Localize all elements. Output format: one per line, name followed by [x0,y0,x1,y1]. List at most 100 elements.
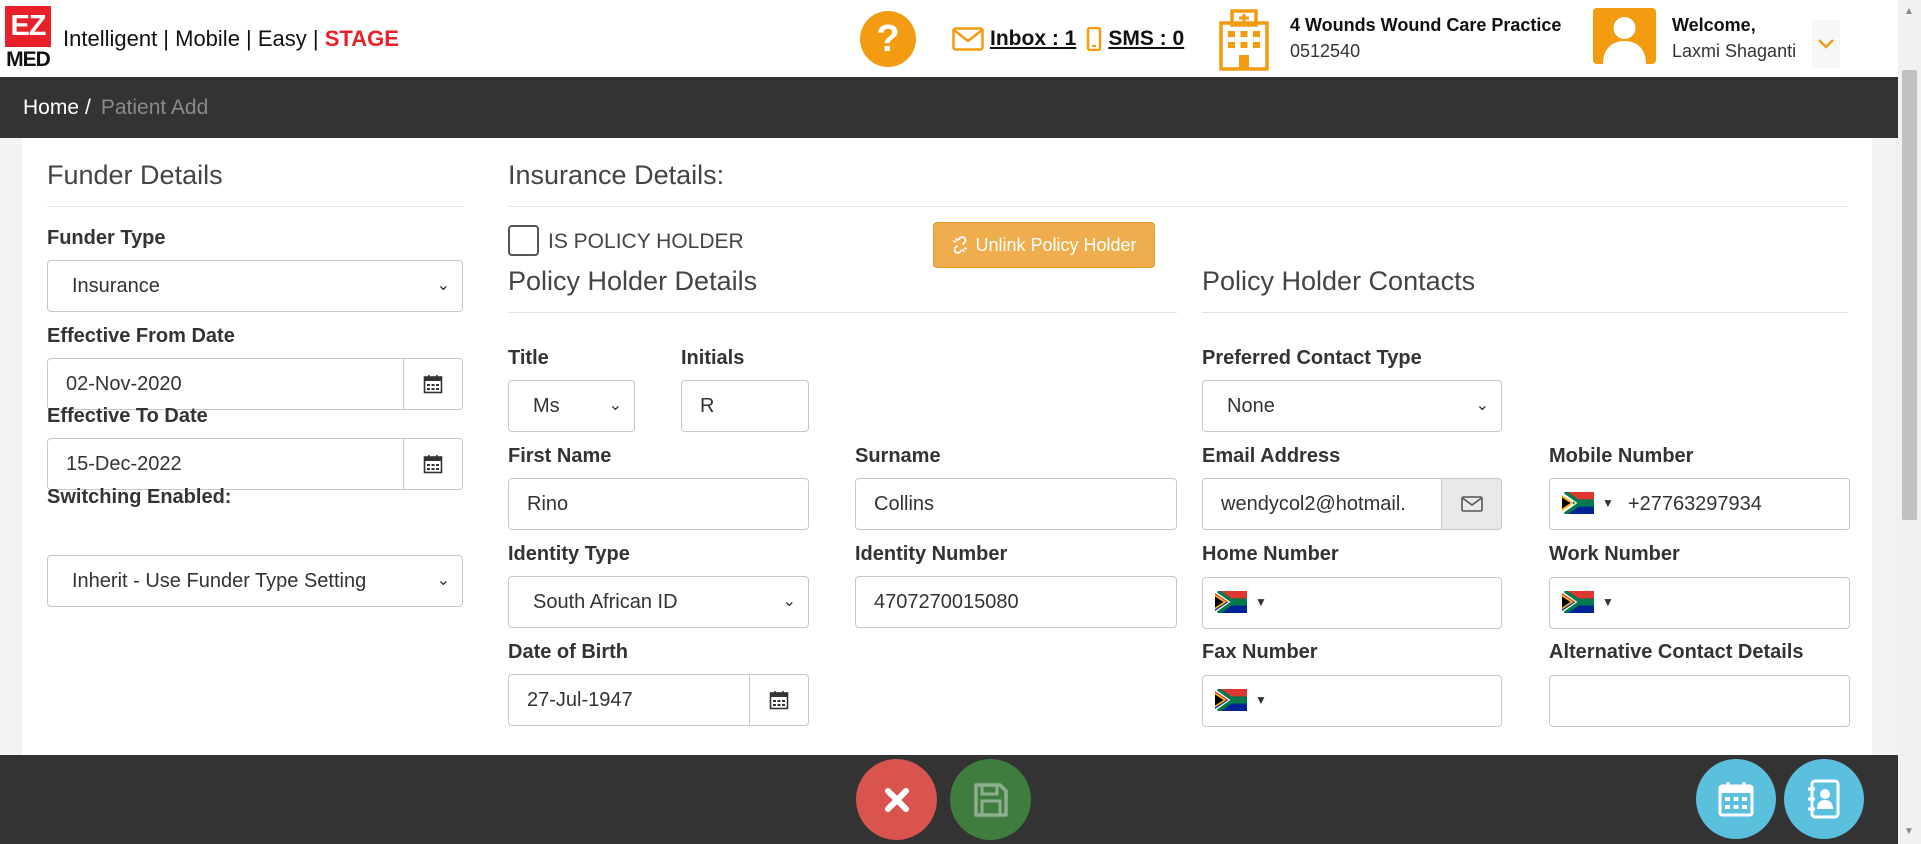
scroll-up-arrow-icon[interactable]: ▲ [1904,6,1914,17]
preferred-contact-type-select[interactable]: None ⌄ [1202,380,1502,432]
home-number-input[interactable]: ▼ [1202,577,1502,629]
page-scrollbar[interactable]: ▲ ▼ [1898,0,1921,844]
scroll-down-arrow-icon[interactable]: ▼ [1904,826,1914,837]
send-email-button[interactable] [1441,479,1501,529]
user-name: Laxmi Shaganti [1672,41,1797,61]
first-name-input[interactable]: Rino [508,478,809,530]
chevron-down-icon [1818,39,1834,49]
tagline-text: Intelligent | Mobile | Easy | [63,26,325,51]
envelope-icon [1460,496,1483,512]
scrollbar-thumb[interactable] [1902,70,1917,520]
practice-name: 4 Wounds Wound Care Practice [1290,15,1562,35]
welcome-info: Welcome, Laxmi Shaganti [1672,15,1796,62]
effective-to-value: 15-Dec-2022 [66,453,182,475]
logo-ez-text: EZ [5,6,51,47]
cancel-button[interactable] [856,759,937,840]
initials-input[interactable]: R [681,380,809,432]
chevron-down-icon: ⌄ [782,593,796,610]
funder-type-label: Funder Type [47,227,166,249]
insurance-details-title: Insurance Details: [508,160,725,190]
mobile-phone-icon [1087,27,1102,51]
divider [47,206,463,207]
home-number-label: Home Number [1202,543,1339,565]
policy-holder-details-title: Policy Holder Details [508,266,758,296]
country-code-caret: ▼ [1255,693,1267,708]
close-icon [884,787,909,812]
country-code-caret: ▼ [1602,496,1614,511]
funder-type-select[interactable]: Insurance ⌄ [47,260,463,312]
inbox-link[interactable]: Inbox : 1 [990,27,1076,51]
country-code-caret: ▼ [1255,595,1267,610]
effective-to-calendar-button[interactable] [403,439,462,489]
south-africa-flag-icon[interactable] [1562,591,1594,614]
breadcrumb-separator: / [85,95,91,119]
practice-code: 0512540 [1290,41,1361,61]
contacts-button[interactable] [1784,759,1864,839]
patient-add-form: Funder Details Funder Type Insurance ⌄ E… [22,138,1872,755]
divider [508,312,1177,313]
date-of-birth-input[interactable]: 27-Jul-1947 [508,674,809,726]
identity-number-input[interactable]: 4707270015080 [855,576,1177,628]
chevron-down-icon: ⌄ [608,397,622,414]
title-select[interactable]: Ms ⌄ [508,380,635,432]
surname-input[interactable]: Collins [855,478,1177,530]
envelope-icon [952,27,984,51]
first-name-value: Rino [527,493,569,515]
policy-holder-contacts-title: Policy Holder Contacts [1202,266,1476,296]
is-policy-holder-checkbox[interactable] [508,225,539,256]
funder-type-value: Insurance [72,275,160,297]
effective-from-calendar-button[interactable] [403,359,462,409]
logo-med-text: MED [5,47,51,72]
app-tagline: Intelligent | Mobile | Easy | STAGE [63,26,399,52]
practice-info: 4 Wounds Wound Care Practice 0512540 [1290,15,1561,62]
title-label: Title [508,347,549,369]
surname-label: Surname [855,445,941,467]
breadcrumb-home[interactable]: Home [23,96,79,120]
effective-to-input[interactable]: 15-Dec-2022 [47,438,463,490]
south-africa-flag-icon[interactable] [1215,591,1247,614]
is-policy-holder-label: IS POLICY HOLDER [548,230,744,253]
calendar-icon [1718,782,1754,817]
calendar-icon [423,455,443,474]
environment-label: STAGE [324,26,399,51]
user-avatar[interactable] [1593,8,1656,64]
fax-number-label: Fax Number [1202,641,1318,663]
breadcrumb-current: Patient Add [100,95,209,119]
ezmed-logo[interactable]: EZ MED [5,6,51,72]
calendar-button[interactable] [1696,759,1776,839]
south-africa-flag-icon[interactable] [1215,689,1247,712]
surname-value: Collins [874,493,935,515]
identity-type-select[interactable]: South African ID ⌄ [508,576,809,628]
divider [508,206,1848,207]
help-button[interactable]: ? [860,11,916,67]
title-value: Ms [533,395,560,417]
broken-link-icon [953,236,968,254]
save-button[interactable] [950,759,1031,840]
chevron-down-icon: ⌄ [1475,397,1489,414]
alternative-contact-input[interactable] [1549,675,1850,727]
unlink-policy-holder-button[interactable]: Unlink Policy Holder [933,222,1155,268]
switching-enabled-select[interactable]: Inherit - Use Funder Type Setting ⌄ [47,555,463,607]
preferred-contact-type-value: None [1227,395,1275,417]
work-number-input[interactable]: ▼ [1549,577,1850,629]
divider [1202,312,1848,313]
calendar-icon [769,691,789,710]
effective-to-label: Effective To Date [47,405,208,427]
work-number-label: Work Number [1549,543,1680,565]
date-of-birth-value: 27-Jul-1947 [527,689,633,711]
sms-link[interactable]: SMS : 0 [1108,27,1184,51]
top-header: EZ MED Intelligent | Mobile | Easy | STA… [0,0,1898,77]
effective-from-input[interactable]: 02-Nov-2020 [47,358,463,410]
user-menu-toggle[interactable] [1812,20,1840,68]
messages-area: Inbox : 1 SMS : 0 [952,22,1184,56]
date-of-birth-calendar-button[interactable] [749,675,808,725]
fax-number-input[interactable]: ▼ [1202,675,1502,727]
initials-label: Initials [681,347,745,369]
south-africa-flag-icon[interactable] [1562,492,1594,515]
effective-from-label: Effective From Date [47,325,235,347]
identity-number-value: 4707270015080 [874,591,1019,613]
email-address-input[interactable]: wendycol2@hotmail. [1202,478,1502,530]
email-address-value: wendycol2@hotmail. [1221,493,1406,515]
mobile-number-input[interactable]: ▼ +27763297934 [1549,478,1850,530]
funder-details-title: Funder Details [47,160,223,190]
